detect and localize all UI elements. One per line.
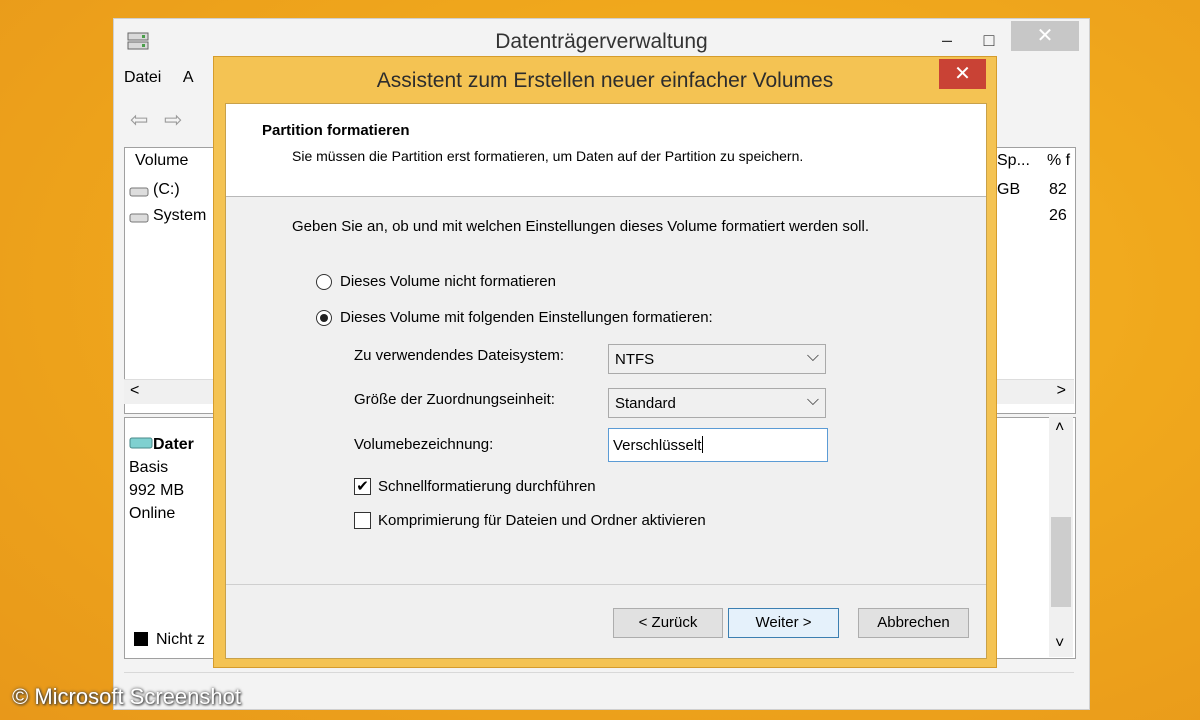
compression-checkbox[interactable] <box>354 512 371 529</box>
volume-label-value: Verschlüsselt <box>613 437 702 454</box>
legend-label: Nicht z <box>156 631 205 648</box>
legend-swatch <box>134 632 148 646</box>
volume-label-label: Volumebezeichnung: <box>354 436 494 453</box>
volume-percent: 26 <box>1049 207 1067 224</box>
filesystem-label: Zu verwendendes Dateisystem: <box>354 347 565 364</box>
footer-divider <box>226 584 986 585</box>
allocation-unit-select[interactable]: Standard ⌵ <box>608 388 826 418</box>
scroll-left-icon[interactable]: < <box>130 382 139 400</box>
scroll-thumb[interactable] <box>1051 517 1071 607</box>
bg-toolbar: ⇦ ⇨ <box>124 105 224 135</box>
volume-percent: 82 <box>1049 181 1067 198</box>
cancel-button[interactable]: Abbrechen <box>858 608 969 638</box>
drive-icon <box>129 187 149 197</box>
disk-size: 992 MB <box>129 482 185 499</box>
copyright-watermark: © Microsoft Screenshot <box>12 684 241 709</box>
dialog-title: Assistent zum Erstellen neuer einfacher … <box>376 69 834 92</box>
radio-format-circle[interactable] <box>316 310 332 326</box>
wizard-header: Partition formatieren Sie müssen die Par… <box>226 104 986 197</box>
vertical-scrollbar[interactable]: ˄ ˅ <box>1049 417 1073 657</box>
compression-label[interactable]: Komprimierung für Dateien und Ordner akt… <box>378 512 706 529</box>
allocation-unit-value: Standard <box>615 395 676 412</box>
col-header-space[interactable]: Sp... <box>997 152 1030 170</box>
format-prompt: Geben Sie an, ob und mit welchen Einstel… <box>292 218 869 235</box>
status-bar <box>124 672 1074 699</box>
disk-icon <box>129 437 153 449</box>
allocation-unit-label: Größe der Zuordnungseinheit: <box>354 391 555 408</box>
filesystem-value: NTFS <box>615 351 655 368</box>
legend-unallocated: Nicht z <box>134 631 205 649</box>
new-volume-wizard-dialog: Assistent zum Erstellen neuer einfacher … <box>213 56 997 668</box>
radio-format-label[interactable]: Dieses Volume mit folgenden Einstellunge… <box>340 309 713 326</box>
back-arrow-icon[interactable]: ⇦ <box>130 107 148 133</box>
chevron-down-icon: ⌵ <box>806 392 819 409</box>
disk-status: Online <box>129 505 176 522</box>
col-header-volume[interactable]: Volume <box>135 152 188 170</box>
radio-no-format-circle[interactable] <box>316 274 332 290</box>
menu-action[interactable]: A <box>183 69 194 86</box>
chevron-down-icon: ⌵ <box>806 348 819 365</box>
page-title: Partition formatieren <box>262 122 410 139</box>
scroll-right-icon[interactable]: > <box>1057 382 1066 400</box>
back-button[interactable]: < Zurück <box>613 608 723 638</box>
bg-close-button[interactable]: ✕ <box>1011 21 1079 51</box>
dialog-close-button[interactable]: ✕ <box>939 59 986 89</box>
bg-menubar: Datei A <box>124 69 212 95</box>
text-caret <box>702 436 704 453</box>
volume-space: GB <box>997 181 1021 198</box>
dialog-content: Partition formatieren Sie müssen die Par… <box>225 103 987 659</box>
volume-name: (C:) <box>153 181 180 198</box>
drive-icon <box>129 213 149 223</box>
menu-datei[interactable]: Datei <box>124 69 161 86</box>
quick-format-label[interactable]: Schnellformatierung durchführen <box>378 478 596 495</box>
bg-maximize-button[interactable]: □ <box>972 27 1006 53</box>
filesystem-select[interactable]: NTFS ⌵ <box>608 344 826 374</box>
radio-selected-dot <box>320 314 328 322</box>
volume-name: System <box>153 207 207 224</box>
page-subtitle: Sie müssen die Partition erst formatiere… <box>292 148 804 164</box>
radio-no-format-label[interactable]: Dieses Volume nicht formatieren <box>340 273 556 290</box>
volume-label-input[interactable]: Verschlüsselt <box>608 428 828 462</box>
scroll-up-icon[interactable]: ˄ <box>1055 419 1064 437</box>
scroll-down-icon[interactable]: ˅ <box>1055 635 1064 653</box>
bg-minimize-button[interactable]: – <box>930 27 964 53</box>
disk-name: Dater <box>153 436 194 453</box>
next-button[interactable]: Weiter > <box>728 608 839 638</box>
disk-type: Basis <box>129 459 169 476</box>
disk-info: Dater Basis 992 MB Online <box>129 433 194 525</box>
forward-arrow-icon[interactable]: ⇨ <box>164 107 182 133</box>
quick-format-checkbox[interactable]: ✔ <box>354 478 371 495</box>
col-header-percent[interactable]: % f <box>1047 152 1070 170</box>
